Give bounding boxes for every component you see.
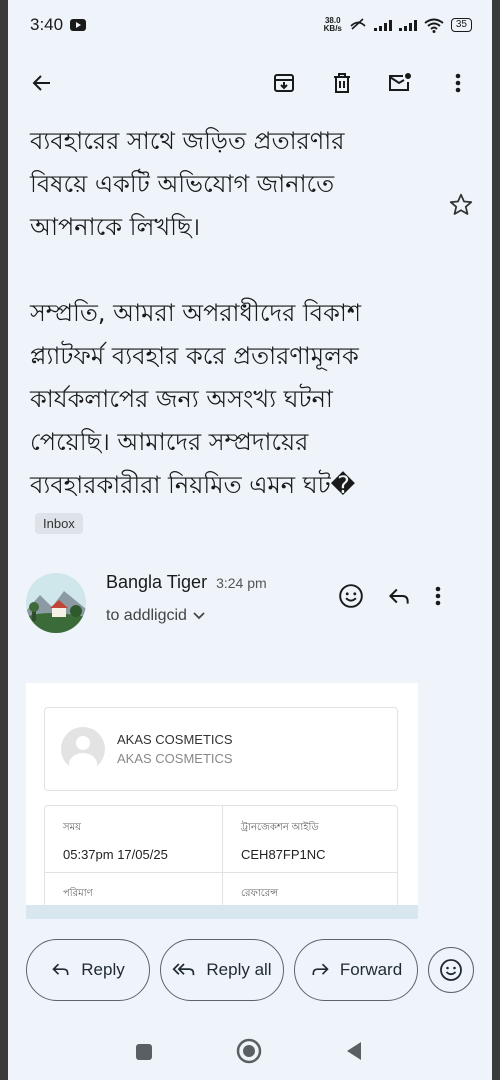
sender-avatar[interactable]: [26, 573, 86, 633]
embedded-receipt-image[interactable]: AKAS COSMETICS AKAS COSMETICS সময় 05:37…: [26, 683, 418, 919]
status-bar: 3:40 38.0 KB/s 35: [8, 0, 492, 50]
triangle-back-icon: [347, 1042, 361, 1060]
reference-label: রেফারেন্স: [241, 888, 279, 899]
mail-unread-icon: [389, 73, 411, 91]
youtube-icon: [70, 19, 87, 31]
signal-2-icon: [398, 19, 417, 31]
time-label: সময়: [63, 822, 82, 833]
status-time: 3:40: [30, 15, 64, 34]
reply-icon: [388, 588, 409, 604]
reply-all-icon: [172, 963, 195, 976]
home-button[interactable]: [236, 1038, 262, 1068]
chevron-down-icon: [193, 612, 205, 620]
email-body-text: ব্যবহারের সাথে জড়িত প্রতারণার বিষয়ে এক…: [30, 127, 362, 499]
signal-1-icon: [373, 19, 392, 31]
delete-button[interactable]: [322, 63, 362, 103]
back-button[interactable]: [22, 63, 62, 103]
wifi-icon: [424, 18, 444, 33]
gmail-screen: 3:40 38.0 KB/s 35 ব্যবহারের সাথে জড়িত প…: [8, 0, 492, 1080]
message-actions: [338, 583, 442, 613]
emoji-icon: [339, 584, 363, 608]
back-nav-button[interactable]: [345, 1041, 363, 1065]
reply-all-button[interactable]: Reply all: [160, 939, 284, 1001]
more-vert-icon: [435, 586, 441, 606]
message-time: 3:24 pm: [216, 575, 267, 591]
image-bottom-strip: [26, 905, 418, 919]
txn-label: ট্রানজেকশন আইডি: [241, 822, 319, 833]
more-options-button[interactable]: [438, 63, 478, 103]
star-button[interactable]: [448, 192, 474, 222]
emoji-icon: [440, 959, 462, 981]
reply-button[interactable]: Reply: [26, 939, 150, 1001]
archive-icon: [274, 74, 294, 92]
more-vert-icon: [455, 73, 461, 93]
recipient-text: to addligcid: [106, 607, 187, 624]
network-speed: 38.0 KB/s: [323, 16, 342, 33]
trash-icon: [334, 73, 350, 93]
system-nav-bar: [8, 1024, 492, 1080]
merchant-card: AKAS COSMETICS AKAS COSMETICS: [44, 707, 398, 791]
amount-cell: পরিমাণ: [63, 886, 93, 903]
square-icon: [136, 1044, 152, 1060]
txn-cell: ট্রানজেকশন আইডি CEH87FP1NC: [241, 820, 326, 862]
status-icons: 38.0 KB/s 35: [324, 17, 472, 33]
forward-label: Forward: [339, 960, 403, 979]
emoji-reaction-button[interactable]: [428, 947, 474, 993]
app-bar: [8, 50, 492, 116]
reply-button-header[interactable]: [386, 583, 412, 613]
message-more-button[interactable]: [434, 584, 442, 612]
txn-value: CEH87FP1NC: [241, 847, 326, 862]
reply-all-label: Reply all: [206, 960, 272, 979]
avatar-landscape-image: [26, 573, 86, 633]
transaction-details-grid: সময় 05:37pm 17/05/25 ট্রানজেকশন আইডি CE…: [44, 805, 398, 919]
emoji-react-button[interactable]: [338, 583, 364, 613]
home-circle-icon: [236, 1038, 262, 1064]
reference-cell: রেফারেন্স: [241, 886, 278, 903]
reply-label: Reply: [81, 960, 125, 979]
sender-line: Bangla Tiger 3:24 pm: [106, 572, 267, 593]
recents-button[interactable]: [135, 1043, 153, 1065]
sender-name: Bangla Tiger: [106, 572, 208, 592]
reply-actions-row: Reply Reply all Forward: [26, 939, 476, 1003]
forward-icon: [312, 963, 329, 975]
archive-button[interactable]: [264, 63, 304, 103]
label-chip-inbox[interactable]: Inbox: [35, 513, 83, 534]
forward-button[interactable]: Forward: [294, 939, 418, 1001]
mark-unread-button[interactable]: [380, 63, 420, 103]
merchant-title: AKAS COSMETICS: [117, 732, 233, 747]
amount-label: পরিমাণ: [63, 888, 93, 899]
time-cell: সময় 05:37pm 17/05/25: [63, 820, 168, 862]
star-icon: [449, 193, 473, 215]
recipient-details-toggle[interactable]: to addligcid: [106, 607, 205, 625]
time-value: 05:37pm 17/05/25: [63, 847, 168, 862]
reply-icon: [52, 963, 69, 975]
back-arrow-icon: [32, 75, 50, 91]
merchant-avatar-icon: [61, 727, 105, 771]
wifi-off-call-icon: [350, 18, 366, 30]
merchant-subtitle: AKAS COSMETICS: [117, 751, 233, 766]
battery-indicator: 35: [450, 18, 472, 32]
